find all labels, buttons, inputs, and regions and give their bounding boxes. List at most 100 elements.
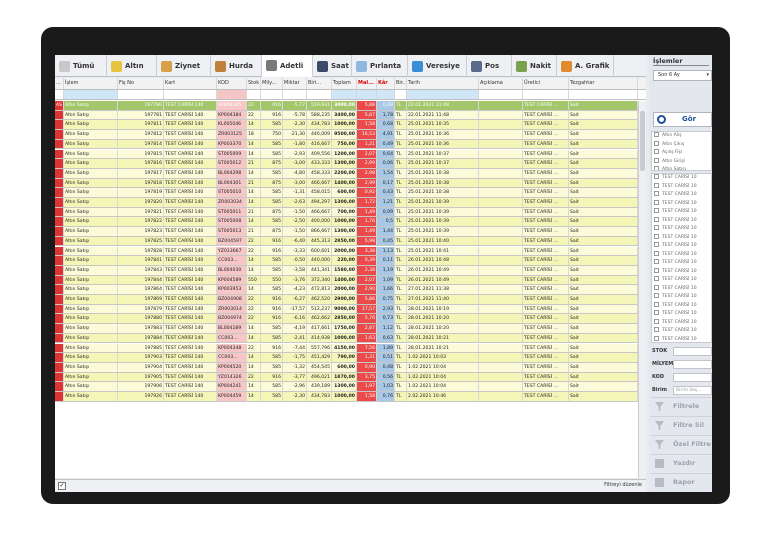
table-row[interactable]: Altın Satışı 197844 TEST CARİSİ 140 KP00458… [55, 275, 646, 286]
column-header[interactable]: İşlem [64, 78, 118, 89]
checkbox[interactable] [654, 208, 659, 213]
column-header[interactable]: Bir... [395, 78, 407, 89]
checkbox[interactable] [654, 216, 659, 222]
list-item[interactable]: TEST CARİSİ 10 [652, 267, 711, 277]
list-item[interactable]: TEST CARİSİ 10 [652, 199, 711, 209]
list-item[interactable]: Altın Alış [652, 132, 711, 141]
list-item[interactable]: Altın Girişi [652, 157, 711, 167]
row-indicator[interactable] [55, 392, 64, 401]
list-item[interactable]: Açılış Fişi [652, 149, 711, 158]
column-header[interactable]: Açıklama [479, 78, 523, 89]
row-indicator[interactable] [55, 227, 64, 236]
list-item[interactable]: TEST CARİSİ 10 [652, 225, 711, 234]
row-indicator[interactable] [55, 217, 64, 227]
column-header[interactable]: Biri... [307, 78, 332, 89]
checkbox[interactable] [654, 149, 659, 154]
tab-4[interactable]: Adetli [262, 55, 313, 77]
checkbox[interactable] [654, 174, 659, 179]
checkbox[interactable] [654, 199, 659, 205]
list-item[interactable]: TEST CARİSİ 10 [652, 191, 711, 200]
row-indicator[interactable] [55, 304, 64, 314]
row-indicator[interactable] [55, 159, 64, 168]
list-item[interactable]: TEST CARİSİ 10 [652, 318, 711, 328]
column-header[interactable]: Stok [247, 78, 261, 89]
list-item[interactable]: TEST CARİSİ 10 [652, 259, 711, 268]
filter-cell[interactable] [261, 90, 283, 99]
row-indicator[interactable] [55, 236, 64, 246]
vertical-scrollbar[interactable] [638, 101, 646, 478]
row-indicator[interactable] [55, 295, 64, 304]
checkbox[interactable] [654, 233, 659, 239]
list-item[interactable]: TEST CARİSİ 10 [652, 284, 711, 294]
show-button[interactable]: Gör [653, 112, 712, 127]
column-header[interactable]: Toplam [332, 78, 357, 89]
stok-field[interactable] [673, 347, 712, 356]
table-row[interactable]: Altın Satışı 197884 TEST CARİSİ 140 CC003..… [55, 333, 646, 344]
row-indicator[interactable] [55, 275, 64, 285]
table-row[interactable]: Altın Satışı 197781 TEST CARİSİ 140 KP00438… [55, 110, 646, 121]
column-header[interactable]: Miktar [283, 78, 307, 89]
row-indicator[interactable] [55, 324, 64, 333]
tab-7[interactable]: Veresiye [408, 55, 467, 77]
row-indicator[interactable] [55, 149, 64, 159]
checkbox[interactable] [654, 140, 659, 146]
table-row[interactable]: Altın Satışı 197903 TEST CARİSİ 140 CC003..… [55, 353, 646, 363]
row-indicator[interactable] [55, 168, 64, 178]
filter-cell[interactable] [164, 90, 217, 99]
column-header[interactable]: Mal... [357, 78, 377, 89]
list-item[interactable]: TEST CARİSİ 10 [652, 216, 711, 226]
table-row[interactable]: Altın Satışı 197905 TEST CARİSİ 140 YZ01432… [55, 372, 646, 383]
row-indicator[interactable] [55, 353, 64, 362]
table-row[interactable]: Altın Satışı 197823 TEST CARİSİ 140 ST00501… [55, 227, 646, 237]
kod-field[interactable] [673, 373, 712, 382]
checkbox[interactable] [654, 242, 659, 247]
column-header[interactable]: KOD [217, 78, 247, 89]
column-header[interactable]: ... [55, 78, 64, 89]
row-indicator[interactable] [55, 188, 64, 197]
birim-field[interactable]: Birim Seç... [673, 386, 712, 395]
list-item[interactable]: TEST CARİSİ 10 [652, 250, 711, 260]
grid-filter-row[interactable] [55, 90, 646, 100]
row-indicator[interactable] [55, 246, 64, 256]
table-row[interactable]: Altın Satışı 197817 TEST CARİSİ 140 BL00429… [55, 168, 646, 179]
table-row[interactable]: Altın Satışı 197864 TEST CARİSİ 140 KP00395… [55, 285, 646, 295]
list-item[interactable]: TEST CARİSİ 10 [652, 301, 711, 311]
list-item[interactable]: TEST CARİSİ 10 [652, 327, 711, 336]
row-indicator[interactable] [55, 265, 64, 275]
list-item[interactable]: TEST CARİSİ 10 [652, 182, 711, 192]
column-header[interactable]: Kâr [377, 78, 395, 89]
table-row[interactable]: Altın Satışı 197828 TEST CARİSİ 140 YZ01366… [55, 246, 646, 257]
list-item[interactable]: TEST CARİSİ 10 [652, 310, 711, 319]
tab-9[interactable]: Nakit [512, 55, 557, 77]
checkbox[interactable] [654, 335, 659, 341]
row-indicator[interactable] [55, 130, 64, 139]
checkbox[interactable] [654, 132, 659, 137]
tab-2[interactable]: Ziynet [157, 55, 211, 77]
checkbox[interactable] [654, 293, 659, 298]
row-indicator[interactable] [55, 314, 64, 324]
custom-filter-button[interactable]: Özel Filtre [651, 435, 712, 452]
filter-cell[interactable] [217, 90, 247, 99]
filter-cell[interactable] [569, 90, 638, 99]
list-item[interactable]: TEST CARİSİ 10 [652, 335, 711, 343]
row-indicator[interactable] [55, 285, 64, 294]
report-button[interactable]: Rapor [651, 473, 712, 490]
checkbox[interactable] [654, 301, 659, 307]
table-row[interactable]: Altın Satışı 197926 TEST CARİSİ 140 KP00445… [55, 392, 646, 402]
tab-10[interactable]: A. Grafik [557, 55, 614, 77]
checkbox[interactable] [654, 310, 659, 315]
column-header[interactable]: Fiş No [118, 78, 164, 89]
row-indicator[interactable] [55, 110, 64, 120]
account-list[interactable]: TEST CARİSİ 10 TEST CARİSİ 10 TEST CARİSİ … [651, 173, 712, 343]
table-row[interactable]: Altın Satışı 197906 TEST CARİSİ 140 KP00424… [55, 382, 646, 392]
table-row[interactable]: Altın Satışı 197812 TEST CARİSİ 140 ZR00312… [55, 130, 646, 140]
row-indicator[interactable] [55, 178, 64, 188]
table-row[interactable]: Altın Satışı 197815 TEST CARİSİ 140 ST00500… [55, 149, 646, 160]
checkbox[interactable] [654, 259, 659, 264]
tab-5[interactable]: Saat [313, 55, 352, 77]
row-indicator[interactable] [55, 198, 64, 207]
checkbox[interactable] [654, 225, 659, 230]
table-row[interactable]: Altın Satışı 197818 TEST CARİSİ 140 BL00430… [55, 178, 646, 189]
table-row[interactable]: Altın Satışı 197816 TEST CARİSİ 140 ST00501… [55, 159, 646, 169]
table-row[interactable]: Altın Satışı 197825 TEST CARİSİ 140 BZ00459… [55, 236, 646, 247]
